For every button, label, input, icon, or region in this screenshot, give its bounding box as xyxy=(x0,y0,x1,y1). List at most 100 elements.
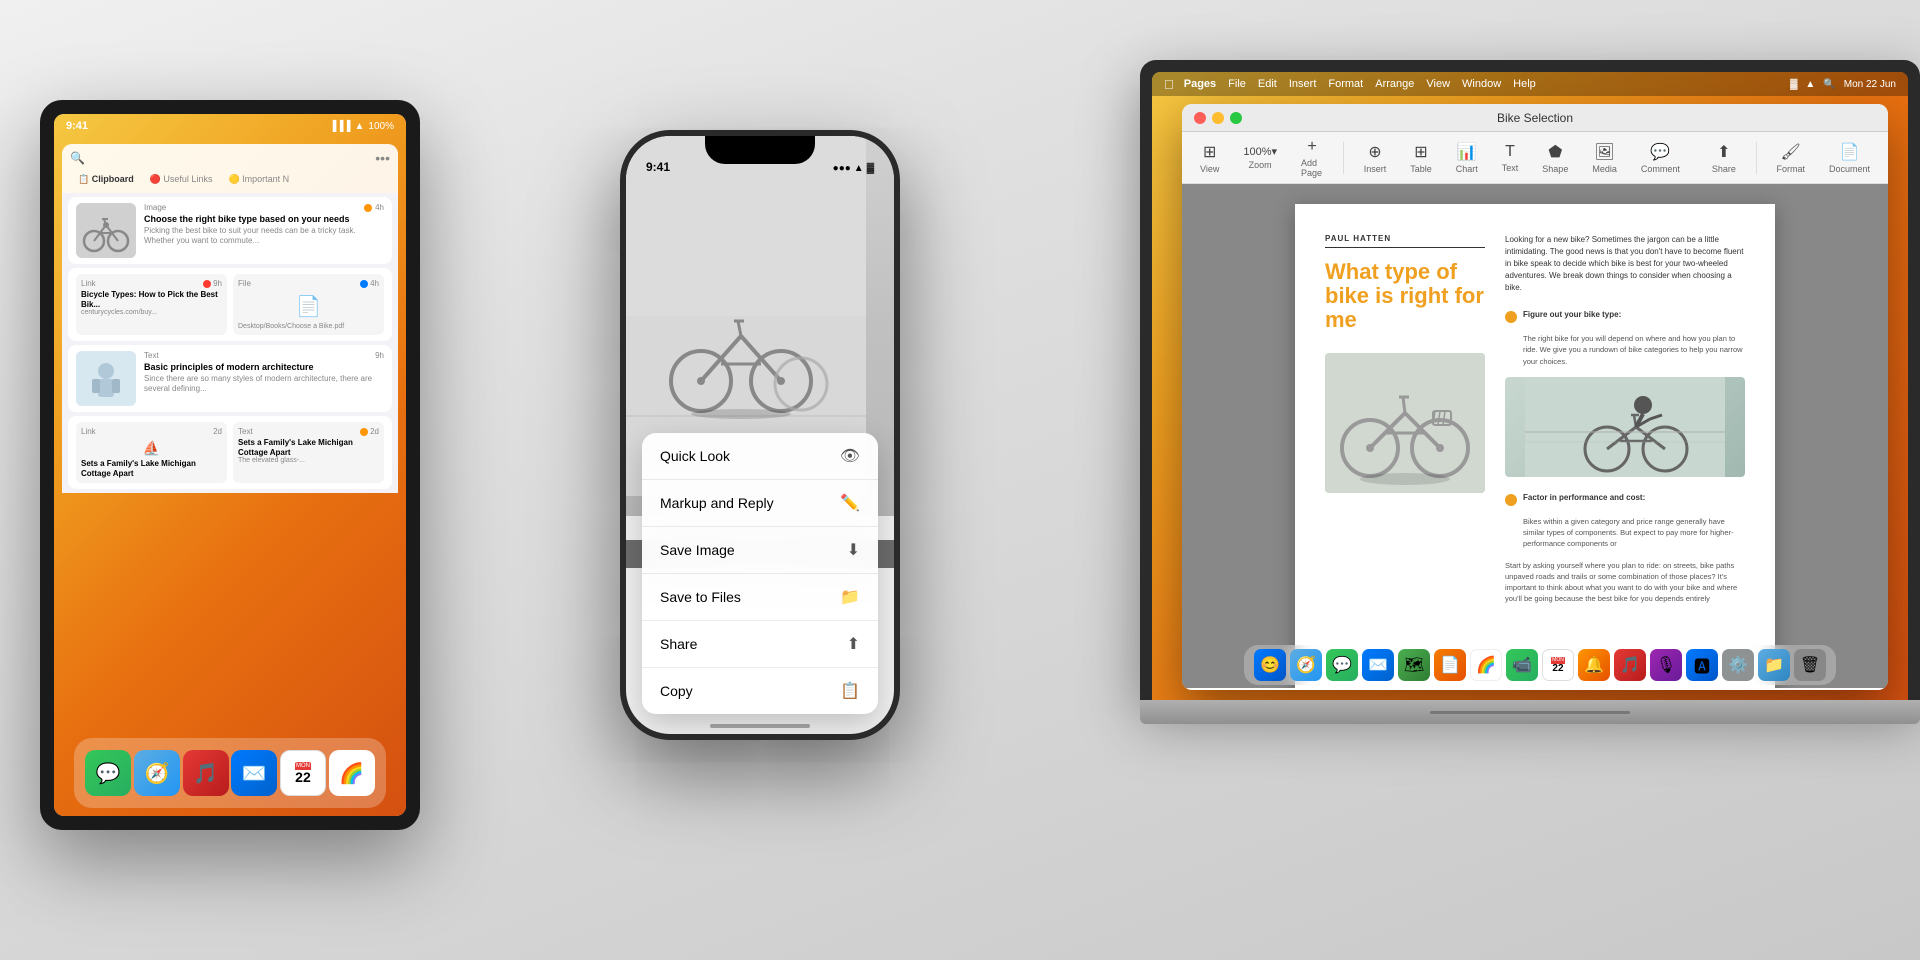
dock-files[interactable]: 📁 xyxy=(1758,649,1790,681)
toolbar-sep-1 xyxy=(1343,142,1344,174)
dock-photos[interactable]: 🌈 xyxy=(1470,649,1502,681)
toolbar-share[interactable]: ⬆ Share xyxy=(1704,138,1744,178)
dock-reminders[interactable]: 🔔 xyxy=(1578,649,1610,681)
ipad-device: 9:41 ▐▐▐ ▲ 100% 🔍 ••• 📋 Clipboard 🔴 Usef… xyxy=(40,100,420,830)
menu-markup-label: Markup and Reply xyxy=(660,495,774,511)
eye-icon: 👁 xyxy=(840,446,860,466)
dock-music[interactable]: 🎵 xyxy=(1614,649,1646,681)
ipad-dock[interactable]: 💬 🧭 🎵 ✉️ MON 22 🌈 xyxy=(74,738,386,808)
notes-card-bike[interactable]: Image 4h Choose the right bike type base… xyxy=(68,197,392,264)
close-button[interactable] xyxy=(1194,112,1206,124)
macbook-hinge xyxy=(1430,711,1630,714)
fullscreen-button[interactable] xyxy=(1230,112,1242,124)
pages-canvas-area: PAUL HATTEN What type of bike is right f… xyxy=(1182,184,1888,688)
notes-card-architecture[interactable]: Text 9h Basic principles of modern archi… xyxy=(68,345,392,412)
pages-document-page: PAUL HATTEN What type of bike is right f… xyxy=(1295,204,1775,688)
toolbar-media[interactable]: 🖼 Media xyxy=(1584,138,1625,178)
iphone-screen: 9:41 ●●● ▲ ▓ xyxy=(626,136,894,734)
card-file-pdf[interactable]: File 4h 📄 Desktop/Books/Choose a Bike.pd… xyxy=(233,274,384,335)
ipad-wifi-icon: ▲ xyxy=(355,121,365,132)
apple-menu-icon[interactable]:  xyxy=(1164,77,1174,92)
minimize-button[interactable] xyxy=(1212,112,1224,124)
dock-finder[interactable]: 😊 xyxy=(1254,649,1286,681)
notes-search[interactable]: 🔍 xyxy=(70,151,85,165)
card-cottage-text[interactable]: Text 2d Sets a Family's Lake Michigan Co… xyxy=(233,422,384,483)
iphone-wifi-icon: ▲ xyxy=(854,163,864,174)
article-title: What type of bike is right for me xyxy=(1325,260,1485,333)
menubar-pages[interactable]: Pages xyxy=(1184,78,1216,90)
toolbar-format[interactable]: 🖌 Format xyxy=(1768,138,1813,178)
menu-copy[interactable]: Copy 📋 xyxy=(642,668,878,714)
card-bike-title: Choose the right bike type based on your… xyxy=(144,214,384,226)
traffic-lights[interactable] xyxy=(1194,112,1242,124)
card-link-title: Bicycle Types: How to Pick the Best Bik.… xyxy=(81,290,222,309)
toolbar-shape[interactable]: ⬟ Shape xyxy=(1534,138,1576,178)
toolbar-zoom[interactable]: 100%▾ Zoom xyxy=(1235,141,1285,174)
dock-appstore[interactable]: 🅰 xyxy=(1686,649,1718,681)
menubar-file[interactable]: File xyxy=(1228,78,1246,90)
tab-useful-links[interactable]: 🔴 Useful Links xyxy=(142,172,221,187)
toolbar-chart[interactable]: 📊 Chart xyxy=(1448,138,1486,178)
toolbar-comment[interactable]: 💬 Comment xyxy=(1633,138,1688,178)
dock-safari[interactable]: 🧭 xyxy=(134,750,180,796)
dock-maps[interactable]: 🗺 xyxy=(1398,649,1430,681)
tab-clipboard[interactable]: 📋 Clipboard xyxy=(70,172,142,187)
toolbar-sep-2 xyxy=(1756,142,1757,174)
macbook-device:  Pages File Edit Insert Format Arrange … xyxy=(1140,60,1920,724)
menubar-search-icon[interactable]: 🔍 xyxy=(1823,79,1835,90)
menu-save-image-label: Save Image xyxy=(660,542,735,558)
dock-podcasts[interactable]: 🎙 xyxy=(1650,649,1682,681)
article-bike-image xyxy=(1325,353,1485,493)
dock-mail[interactable]: ✉️ xyxy=(1362,649,1394,681)
markup-icon: ✏️ xyxy=(840,493,860,513)
menubar-edit[interactable]: Edit xyxy=(1258,78,1277,90)
dock-safari[interactable]: 🧭 xyxy=(1290,649,1322,681)
dock-trash[interactable]: 🗑 xyxy=(1794,649,1826,681)
notes-card-cottage[interactable]: Link 2d ⛵ Sets a Family's Lake Michigan … xyxy=(68,416,392,489)
menu-save-image[interactable]: Save Image ⬇ xyxy=(642,527,878,574)
toolbar-insert[interactable]: ⊕ Insert xyxy=(1356,138,1395,178)
dock-mail[interactable]: ✉️ xyxy=(231,750,277,796)
iphone-context-menu[interactable]: Quick Look 👁 Markup and Reply ✏️ Save Im… xyxy=(642,433,878,714)
dock-messages[interactable]: 💬 xyxy=(85,750,131,796)
notes-more-icon[interactable]: ••• xyxy=(375,150,390,166)
menu-share[interactable]: Share ⬆ xyxy=(642,621,878,668)
macbook-dock[interactable]: 😊 🧭 💬 ✉️ 🗺 📄 🌈 📹 MON 22 xyxy=(1244,645,1836,685)
article-cyclist-image xyxy=(1505,377,1745,477)
menubar-format[interactable]: Format xyxy=(1328,78,1363,90)
dock-messages[interactable]: 💬 xyxy=(1326,649,1358,681)
menu-save-files[interactable]: Save to Files 📁 xyxy=(642,574,878,621)
macbook-screen-inner:  Pages File Edit Insert Format Arrange … xyxy=(1152,72,1908,700)
toolbar-table[interactable]: ⊞ Table xyxy=(1402,138,1440,178)
copy-icon: 📋 xyxy=(840,681,860,701)
pages-window[interactable]: Bike Selection ⊞ View 100%▾ Zoom + Add P… xyxy=(1182,104,1888,690)
notes-card-link-file[interactable]: Link 9h Bicycle Types: How to Pick the B… xyxy=(68,268,392,341)
menu-save-files-label: Save to Files xyxy=(660,589,741,605)
dock-pages[interactable]: 📄 xyxy=(1434,649,1466,681)
tab-important[interactable]: 🟡 Important N xyxy=(220,172,297,187)
dock-calendar[interactable]: MON 22 xyxy=(1542,649,1574,681)
menubar-help[interactable]: Help xyxy=(1513,78,1536,90)
toolbar-add-page[interactable]: + Add Page xyxy=(1293,134,1331,182)
menubar-view[interactable]: View xyxy=(1426,78,1450,90)
dock-calendar[interactable]: MON 22 xyxy=(280,750,326,796)
notes-tabs[interactable]: 📋 Clipboard 🔴 Useful Links 🟡 Important N xyxy=(62,172,398,193)
menu-quick-look[interactable]: Quick Look 👁 xyxy=(642,433,878,480)
toolbar-view[interactable]: ⊞ View xyxy=(1192,138,1227,178)
card-bicycle-types[interactable]: Link 9h Bicycle Types: How to Pick the B… xyxy=(76,274,227,335)
toolbar-text[interactable]: T Text xyxy=(1494,139,1527,177)
article-lower-text: Start by asking yourself where you plan … xyxy=(1505,560,1745,605)
dock-music[interactable]: 🎵 xyxy=(183,750,229,796)
section1-bullet xyxy=(1505,311,1517,323)
menu-markup-reply[interactable]: Markup and Reply ✏️ xyxy=(642,480,878,527)
menubar-items[interactable]: Pages File Edit Insert Format Arrange Vi… xyxy=(1184,78,1536,90)
dock-facetime[interactable]: 📹 xyxy=(1506,649,1538,681)
menubar-insert[interactable]: Insert xyxy=(1289,78,1317,90)
menubar-arrange[interactable]: Arrange xyxy=(1375,78,1414,90)
toolbar-document[interactable]: 📄 Document xyxy=(1821,138,1878,178)
dock-settings[interactable]: ⚙️ xyxy=(1722,649,1754,681)
card-cottage-link[interactable]: Link 2d ⛵ Sets a Family's Lake Michigan … xyxy=(76,422,227,483)
ipad-notes-panel[interactable]: 🔍 ••• 📋 Clipboard 🔴 Useful Links 🟡 Impor… xyxy=(62,144,398,736)
menubar-window[interactable]: Window xyxy=(1462,78,1501,90)
dock-photos[interactable]: 🌈 xyxy=(329,750,375,796)
